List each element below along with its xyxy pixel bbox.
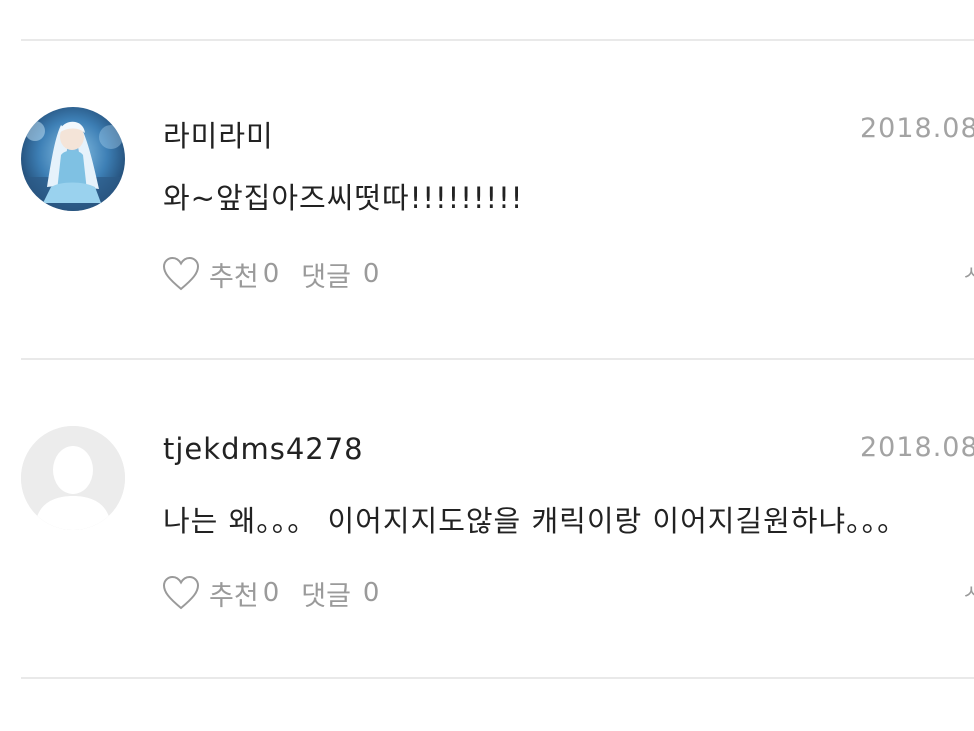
like-count: 0 <box>262 578 280 608</box>
default-user-avatar-icon <box>21 426 125 530</box>
reply-button[interactable]: 댓글 0 <box>301 574 379 613</box>
like-button[interactable]: 추천 0 <box>161 255 279 294</box>
divider <box>21 677 974 679</box>
like-label: 추천 <box>209 261 259 293</box>
reply-label: 댓글 <box>301 261 351 293</box>
comment-item: tjekdms4278 2018.08 나는 왜。。。 이어지지도않을 캐릭이랑… <box>0 360 974 678</box>
comment-item: 라미라미 2018.08 와~앞집아즈씨떳따!!!!!!!!! 추천 0 댓글 … <box>0 41 974 359</box>
comment-nickname[interactable]: 라미라미 <box>163 113 274 155</box>
comment-actions: 추천 0 댓글 0 <box>161 254 379 294</box>
reply-count: 0 <box>362 259 380 289</box>
reply-label: 댓글 <box>301 580 351 612</box>
comment-nickname[interactable]: tjekdms4278 <box>163 432 364 466</box>
comment-date: 2018.08 <box>860 432 974 463</box>
heart-outline-icon <box>162 256 200 291</box>
comment-actions: 추천 0 댓글 0 <box>161 573 379 613</box>
reply-button[interactable]: 댓글 0 <box>301 255 379 294</box>
comment-text: 와~앞집아즈씨떳따!!!!!!!!! <box>163 181 524 215</box>
comment-list: 라미라미 2018.08 와~앞집아즈씨떳따!!!!!!!!! 추천 0 댓글 … <box>0 0 974 731</box>
like-label: 추천 <box>209 580 259 612</box>
like-count: 0 <box>262 259 280 289</box>
like-button[interactable]: 추천 0 <box>161 574 279 613</box>
comment-date: 2018.08 <box>860 113 974 144</box>
more-menu-fragment[interactable]: ㅅ <box>962 257 974 286</box>
avatar[interactable] <box>21 426 125 530</box>
comment-text: 나는 왜。。。 이어지지도않을 캐릭이랑 이어지길원하냐。。。 <box>163 504 908 538</box>
avatar[interactable] <box>21 107 125 211</box>
anime-character-avatar-image <box>21 107 125 211</box>
more-menu-fragment[interactable]: ㅅ <box>962 576 974 605</box>
heart-outline-icon <box>162 575 200 610</box>
reply-count: 0 <box>362 578 380 608</box>
